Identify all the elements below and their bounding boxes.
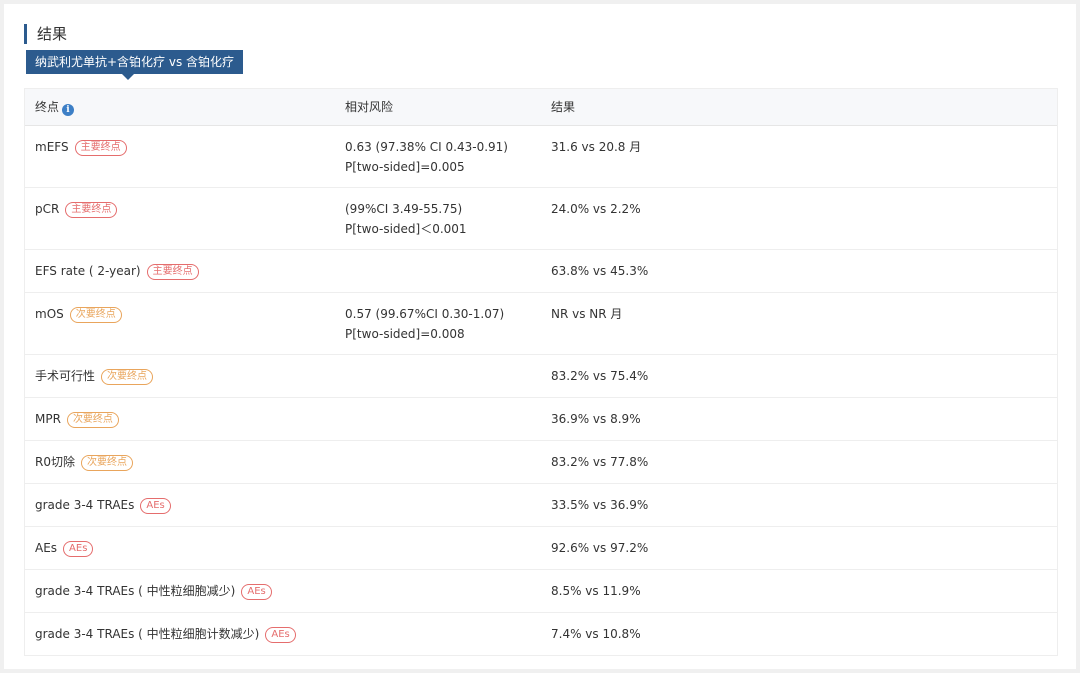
table-row: EFS rate ( 2-year) 主要终点 63.8% vs 45.3% [25, 250, 1057, 293]
endpoint-label: R0切除 [35, 455, 75, 469]
endpoint-cell: mOS 次要终点 [35, 304, 122, 324]
results-panel: 结果 纳武利尤单抗+含铂化疗 vs 含铂化疗 终点 i 相对风险 结果 mEFS 主… [4, 4, 1076, 669]
result-value: 8.5% vs 11.9% [551, 584, 641, 598]
table-row: AEs AEs 92.6% vs 97.2% [25, 527, 1057, 570]
endpoint-label: 手术可行性 [35, 369, 96, 383]
endpoint-label: grade 3-4 TRAEs [35, 498, 135, 512]
risk-value: (99%CI 3.49-55.75) [345, 202, 463, 216]
result-value: 92.6% vs 97.2% [551, 541, 649, 555]
result-value: 7.4% vs 10.8% [551, 627, 641, 641]
header-result: 结果 [551, 100, 576, 114]
endpoint-cell: grade 3-4 TRAEs AEs [35, 495, 171, 515]
result-value: 31.6 vs 20.8 月 [551, 140, 642, 154]
p-value: P[two-sided]=0.005 [345, 160, 465, 174]
table-row: mOS 次要终点 0.57 (99.67%CI 0.30-1.07) P[two-… [25, 293, 1057, 355]
arm-tab[interactable]: 纳武利尤单抗+含铂化疗 vs 含铂化疗 [26, 50, 244, 80]
primary-endpoint-tag: 主要终点 [65, 202, 118, 218]
endpoint-label: grade 3-4 TRAEs ( 中性粒细胞减少) [35, 584, 236, 598]
result-value: 83.2% vs 77.8% [551, 455, 649, 469]
result-value: NR vs NR 月 [551, 307, 623, 321]
header-risk: 相对风险 [345, 100, 394, 114]
table-row: grade 3-4 TRAEs AEs 33.5% vs 36.9% [25, 484, 1057, 527]
secondary-endpoint-tag: 次要终点 [69, 307, 122, 323]
table-row: grade 3-4 TRAEs ( 中性粒细胞减少) AEs 8.5% vs 11… [25, 570, 1057, 613]
endpoint-cell: pCR 主要终点 [35, 199, 118, 219]
risk-value: 0.57 (99.67%CI 0.30-1.07) [345, 307, 505, 321]
result-value: 83.2% vs 75.4% [551, 369, 649, 383]
risk-cell: 0.57 (99.67%CI 0.30-1.07) P[two-sided]=0… [345, 304, 504, 344]
ae-tag: AEs [241, 584, 272, 600]
table-row: R0切除 次要终点 83.2% vs 77.8% [25, 441, 1057, 484]
header-endpoint-label: 终点 [35, 100, 60, 114]
table-row: MPR 次要终点 36.9% vs 8.9% [25, 398, 1057, 441]
ae-tag: AEs [265, 627, 296, 643]
endpoint-cell: R0切除 次要终点 [35, 452, 133, 472]
endpoint-cell: 手术可行性 次要终点 [35, 366, 154, 386]
table-row: mEFS 主要终点 0.63 (97.38% CI 0.43-0.91) P[tw… [25, 126, 1057, 188]
endpoint-cell: AEs AEs [35, 538, 94, 558]
risk-value: 0.63 (97.38% CI 0.43-0.91) [345, 140, 508, 154]
endpoint-label: MPR [35, 412, 61, 426]
risk-cell: (99%CI 3.49-55.75) P[two-sided]＜0.001 [345, 199, 467, 239]
ae-tag: AEs [63, 541, 94, 557]
endpoint-cell: grade 3-4 TRAEs ( 中性粒细胞计数减少) AEs [35, 624, 296, 644]
endpoint-label: grade 3-4 TRAEs ( 中性粒细胞计数减少) [35, 627, 260, 641]
result-value: 63.8% vs 45.3% [551, 264, 649, 278]
info-icon[interactable]: i [62, 104, 75, 116]
risk-cell: 0.63 (97.38% CI 0.43-0.91) P[two-sided]=… [345, 137, 508, 177]
results-table: 终点 i 相对风险 结果 mEFS 主要终点 0.63 (97.38% CI 0.4… [24, 88, 1058, 656]
endpoint-cell: MPR 次要终点 [35, 409, 119, 429]
table-row: grade 3-4 TRAEs ( 中性粒细胞计数减少) AEs 7.4% vs … [25, 613, 1057, 656]
result-value: 36.9% vs 8.9% [551, 412, 641, 426]
ae-tag: AEs [140, 498, 171, 514]
endpoint-label: mEFS [35, 140, 69, 154]
secondary-endpoint-tag: 次要终点 [101, 369, 154, 385]
table-row: pCR 主要终点 (99%CI 3.49-55.75) P[two-sided]＜… [25, 188, 1057, 250]
endpoint-label: pCR [35, 202, 60, 216]
secondary-endpoint-tag: 次要终点 [80, 455, 133, 471]
endpoint-cell: mEFS 主要终点 [35, 137, 127, 157]
p-value: P[two-sided]=0.008 [345, 327, 465, 341]
primary-endpoint-tag: 主要终点 [146, 264, 199, 280]
table-header: 终点 i 相对风险 结果 [25, 89, 1057, 126]
result-value: 33.5% vs 36.9% [551, 498, 649, 512]
endpoint-label: mOS [35, 307, 64, 321]
endpoint-label: EFS rate ( 2-year) [35, 264, 141, 278]
section-title: 结果 [24, 24, 67, 44]
result-value: 24.0% vs 2.2% [551, 202, 641, 216]
secondary-endpoint-tag: 次要终点 [66, 412, 119, 428]
endpoint-label: AEs [35, 541, 58, 555]
primary-endpoint-tag: 主要终点 [74, 140, 127, 156]
table-row: 手术可行性 次要终点 83.2% vs 75.4% [25, 355, 1057, 398]
header-endpoint: 终点 i [35, 89, 75, 125]
endpoint-cell: grade 3-4 TRAEs ( 中性粒细胞减少) AEs [35, 581, 272, 601]
endpoint-cell: EFS rate ( 2-year) 主要终点 [35, 261, 199, 281]
p-value: P[two-sided]＜0.001 [345, 222, 467, 236]
